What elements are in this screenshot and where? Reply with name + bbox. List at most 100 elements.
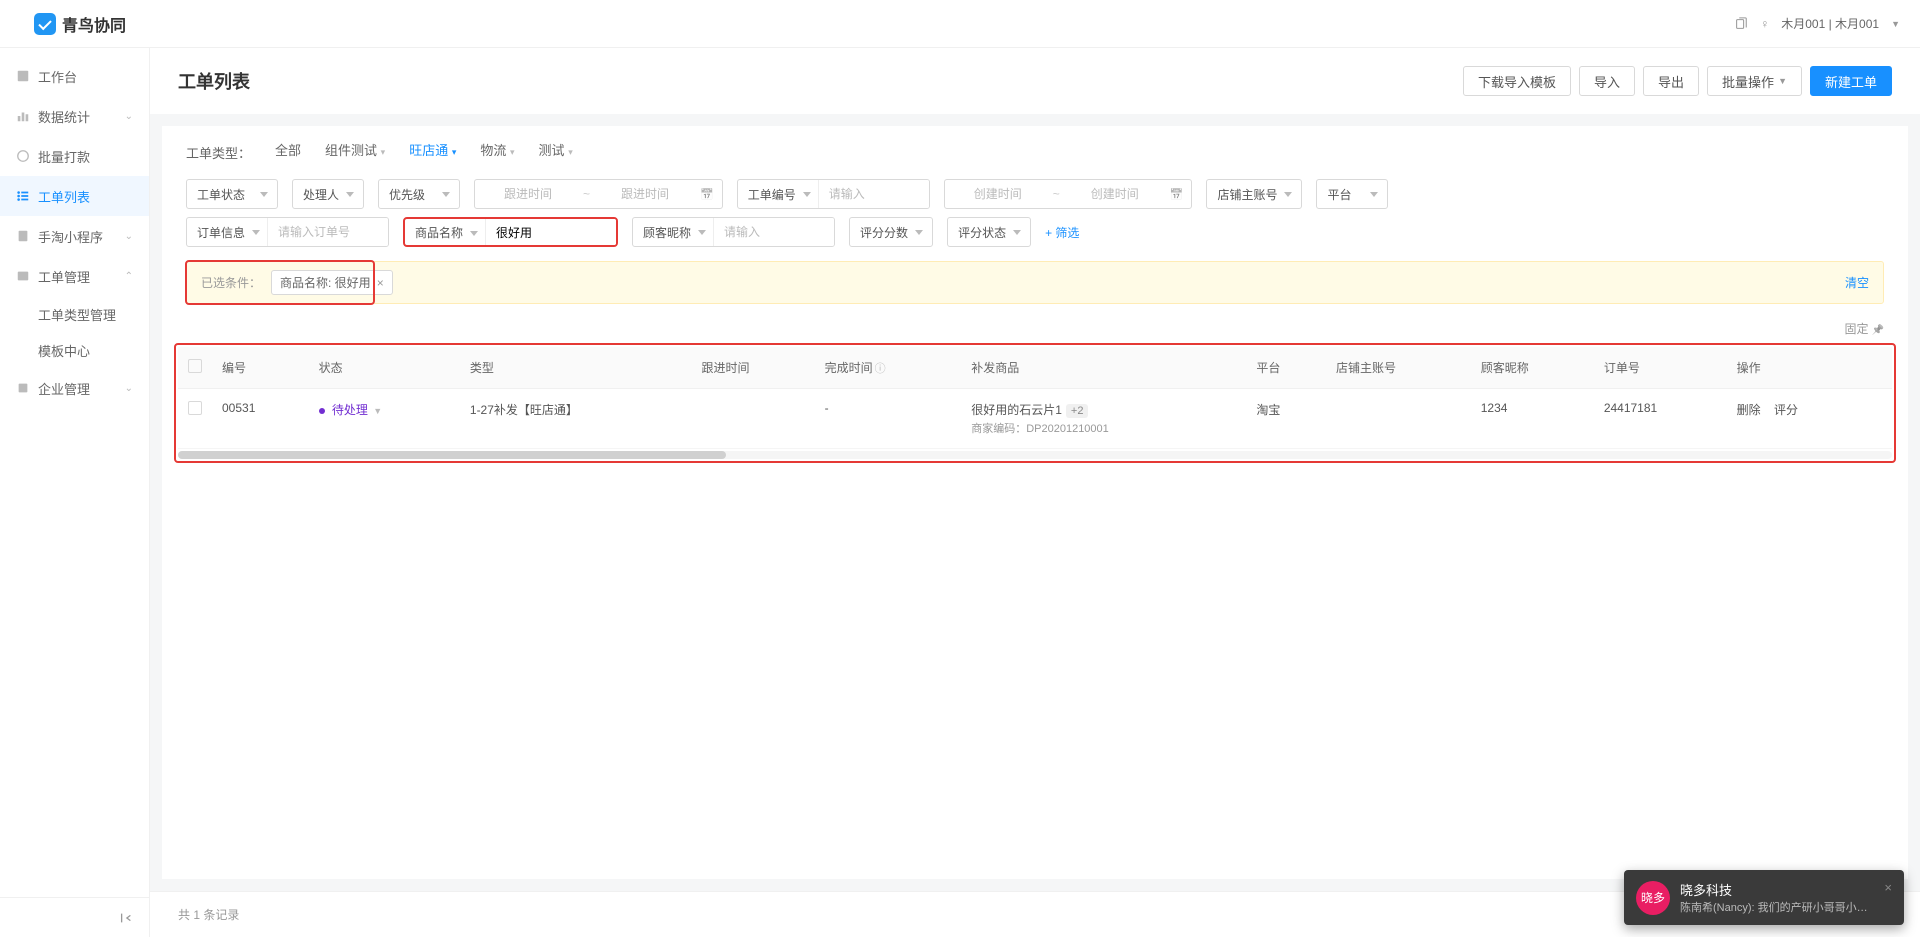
sidebar-subitem-type-manage[interactable]: 工单类型管理 — [0, 296, 149, 332]
page-header: 工单列表 下载导入模板 导入 导出 批量操作▼ 新建工单 — [150, 48, 1920, 114]
sidebar-item-enterprise[interactable]: 企业管理 ⌄ — [0, 368, 149, 408]
tab-test[interactable]: 测试 ▾ — [539, 140, 573, 165]
tab-logistics[interactable]: 物流 ▾ — [480, 140, 514, 165]
info-icon[interactable]: ⓘ — [875, 363, 886, 375]
row-checkbox[interactable] — [188, 401, 202, 415]
home-icon — [16, 69, 30, 83]
col-customer: 顾客昵称 — [1471, 347, 1594, 389]
tab-wangdiantong[interactable]: 旺店通 ▾ — [409, 140, 456, 165]
toast-message: 陈南希(Nancy): 我们的产研小哥哥小… — [1680, 899, 1874, 915]
copy-icon[interactable] — [1734, 17, 1748, 31]
horizontal-scrollbar[interactable] — [178, 451, 1892, 459]
chevron-down-icon[interactable]: ▼ — [1891, 19, 1900, 29]
cell-customer: 1234 — [1471, 389, 1594, 449]
sidebar-item-miniapp[interactable]: 手淘小程序 ⌄ — [0, 216, 149, 256]
cell-order-no: 24417181 — [1594, 389, 1727, 449]
rate-link[interactable]: 评分 — [1774, 403, 1798, 417]
filter-handler[interactable]: 处理人 — [292, 179, 364, 209]
notification-toast[interactable]: 晓多 晓多科技 陈南希(Nancy): 我们的产研小哥哥小… × — [1624, 870, 1904, 925]
toast-close-icon[interactable]: × — [1884, 880, 1892, 895]
chevron-up-icon: ⌃ — [125, 271, 133, 282]
customer-nick-label[interactable]: 顾客昵称 — [633, 218, 714, 246]
sidebar-item-label: 数据统计 — [38, 107, 90, 126]
col-platform: 平台 — [1246, 347, 1326, 389]
chips-clear-link[interactable]: 清空 — [1845, 274, 1869, 291]
cell-shop-account — [1326, 389, 1471, 449]
table-container: 编号 状态 类型 跟进时间 完成时间ⓘ 补发商品 平台 店铺主账号 顾客昵称 订… — [174, 343, 1896, 463]
cell-complete-time: - — [815, 389, 962, 449]
header-right: ♀ 木月001 | 木月001 ▼ — [1734, 15, 1900, 32]
product-count-badge: +2 — [1066, 404, 1089, 418]
create-time-start[interactable] — [953, 187, 1043, 201]
sidebar-item-label: 手淘小程序 — [38, 227, 103, 246]
follow-time-end[interactable] — [600, 187, 690, 201]
order-info-input[interactable] — [268, 218, 388, 246]
cell-type: 1-27补发【旺店通】 — [460, 389, 692, 449]
batch-button[interactable]: 批量操作▼ — [1707, 66, 1802, 96]
export-button[interactable]: 导出 — [1643, 66, 1699, 96]
filter-add-link[interactable]: + 筛选 — [1045, 224, 1079, 241]
chips-label: 已选条件： — [201, 274, 261, 291]
cell-platform: 淘宝 — [1246, 389, 1326, 449]
create-time-end[interactable] — [1070, 187, 1160, 201]
table-row[interactable]: 00531 待处理 ▼ 1-27补发【旺店通】 - 很好用的石云片1+2 — [178, 389, 1892, 449]
create-button[interactable]: 新建工单 — [1810, 66, 1892, 96]
sidebar-item-ticket-list[interactable]: 工单列表 — [0, 176, 149, 216]
filter-chip: 商品名称: 很好用 × — [271, 270, 393, 295]
app-icon — [16, 229, 30, 243]
sidebar-item-ticket-manage[interactable]: 工单管理 ⌃ — [0, 256, 149, 296]
filter-status[interactable]: 工单状态 — [186, 179, 278, 209]
logo[interactable]: 青鸟协同 — [20, 12, 126, 36]
sidebar-collapse-button[interactable] — [0, 897, 149, 937]
delete-link[interactable]: 删除 — [1737, 403, 1761, 417]
col-product: 补发商品 — [961, 347, 1246, 389]
filter-rating-status[interactable]: 评分状态 — [947, 217, 1031, 247]
scrollbar-thumb[interactable] — [178, 451, 726, 459]
filter-shop-account[interactable]: 店铺主账号 — [1206, 179, 1302, 209]
ticket-table: 编号 状态 类型 跟进时间 完成时间ⓘ 补发商品 平台 店铺主账号 顾客昵称 订… — [178, 347, 1892, 449]
sidebar-item-workbench[interactable]: 工作台 — [0, 56, 149, 96]
filter-rating-score[interactable]: 评分分数 — [849, 217, 933, 247]
download-template-button[interactable]: 下载导入模板 — [1463, 66, 1571, 96]
calendar-icon — [1170, 187, 1184, 201]
filter-chips-bar: 已选条件： 商品名称: 很好用 × 清空 — [186, 261, 1884, 304]
pin-bar: 固定 — [162, 314, 1908, 343]
ticket-no-input[interactable] — [819, 180, 929, 208]
sidebar-item-label: 工单列表 — [38, 187, 90, 206]
page-title: 工单列表 — [178, 68, 250, 94]
sidebar-item-batch-pay[interactable]: 批量打款 — [0, 136, 149, 176]
chevron-down-icon: ⌄ — [125, 111, 133, 122]
app-header: 青鸟协同 ♀ 木月001 | 木月001 ▼ — [0, 0, 1920, 48]
chip-remove-icon[interactable]: × — [377, 276, 384, 290]
chart-icon — [16, 109, 30, 123]
user-display[interactable]: 木月001 | 木月001 — [1781, 15, 1879, 32]
table-header-row: 编号 状态 类型 跟进时间 完成时间ⓘ 补发商品 平台 店铺主账号 顾客昵称 订… — [178, 347, 1892, 389]
sidebar-item-stats[interactable]: 数据统计 ⌄ — [0, 96, 149, 136]
pin-button[interactable]: 固定 — [1845, 322, 1884, 336]
status-dot-icon — [319, 408, 325, 414]
sidebar-item-label: 工作台 — [38, 67, 77, 86]
order-info-label[interactable]: 订单信息 — [187, 218, 268, 246]
product-name-input[interactable] — [486, 219, 616, 245]
filter-follow-time[interactable]: ~ — [474, 179, 723, 209]
sidebar-subitem-template[interactable]: 模板中心 — [0, 332, 149, 368]
ticket-no-label[interactable]: 工单编号 — [738, 180, 819, 208]
cell-follow-time — [692, 389, 815, 449]
main: 工单列表 下载导入模板 导入 导出 批量操作▼ 新建工单 工单类型： 全部 组件… — [150, 48, 1920, 937]
filter-create-time[interactable]: ~ — [944, 179, 1193, 209]
tab-component[interactable]: 组件测试 ▾ — [325, 140, 385, 165]
enterprise-icon — [16, 381, 30, 395]
customer-nick-input[interactable] — [714, 218, 834, 246]
product-name-label[interactable]: 商品名称 — [405, 219, 486, 245]
filter-priority[interactable]: 优先级 — [378, 179, 460, 209]
select-all-checkbox[interactable] — [188, 359, 202, 373]
filter-customer-nick: 顾客昵称 — [632, 217, 835, 247]
filter-platform[interactable]: 平台 — [1316, 179, 1388, 209]
chevron-down-icon: ⌄ — [125, 383, 133, 394]
tab-all[interactable]: 全部 — [275, 140, 301, 165]
follow-time-start[interactable] — [483, 187, 573, 201]
col-follow-time: 跟进时间 — [692, 347, 815, 389]
cell-status[interactable]: 待处理 ▼ — [309, 389, 460, 449]
tabs-label: 工单类型： — [186, 143, 251, 162]
import-button[interactable]: 导入 — [1579, 66, 1635, 96]
